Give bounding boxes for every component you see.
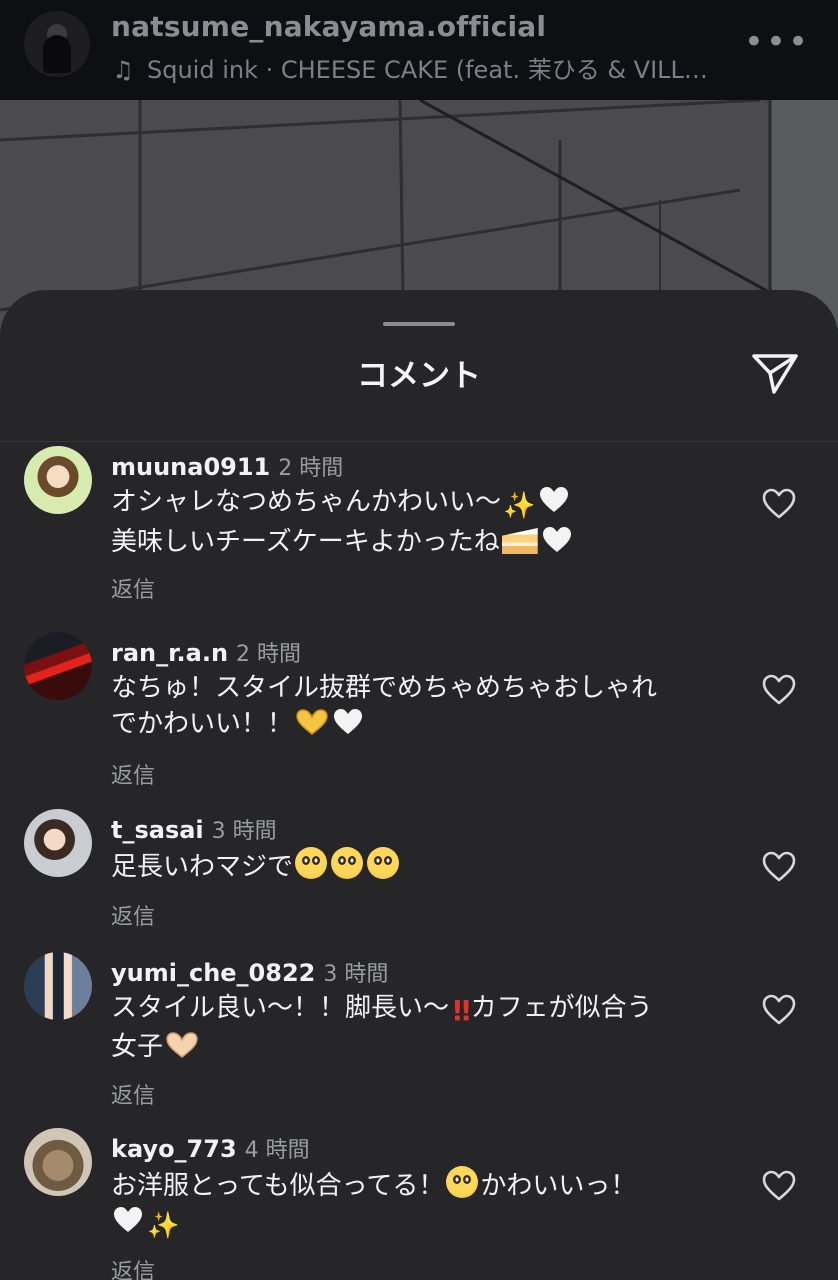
comment-text: なちゅ！スタイル抜群でめちゃめちゃおしゃれ でかわいい！！ xyxy=(111,670,721,742)
comment-line: 足長いわマジで xyxy=(111,852,294,882)
reply-button[interactable]: 返信 xyxy=(111,1078,155,1110)
commenter-avatar[interactable] xyxy=(24,446,92,514)
reply-button[interactable]: 返信 xyxy=(111,572,155,604)
commenter-avatar[interactable] xyxy=(24,952,92,1020)
commenter-username[interactable]: kayo_773 xyxy=(111,1135,237,1163)
comment-line: カフェが似合う xyxy=(470,993,653,1023)
white-heart-icon xyxy=(542,527,571,552)
reply-button[interactable]: 返信 xyxy=(111,899,155,931)
comment-text: スタイル良い〜！！脚長い〜!!カフェが似合う 女子 xyxy=(111,990,721,1065)
instagram-reel-comments-screen: natsume_nakayama.official ♫ Squid ink · C… xyxy=(0,0,838,1280)
audio-track[interactable]: ♫ Squid ink · CHEESE CAKE (feat. 茉ひる & VI… xyxy=(111,50,751,85)
comment-line: なちゅ！スタイル抜群でめちゃめちゃおしゃれ xyxy=(111,673,658,703)
commenter-username[interactable]: t_sasai xyxy=(111,816,204,844)
sparkles-icon: ✨ xyxy=(147,1211,180,1241)
comment-meta: ran_r.a.n 2 時間 xyxy=(111,636,301,668)
sheet-title: コメント xyxy=(357,358,481,394)
commenter-avatar[interactable] xyxy=(24,632,92,700)
comments-sheet: コメント muuna0911 2 時間 オシャレなつめちゃんかわいい〜✨ 美味しい… xyxy=(0,290,838,1280)
commenter-avatar[interactable] xyxy=(24,1128,92,1196)
comment-line: オシャレなつめちゃんかわいい〜 xyxy=(111,487,502,517)
comment-line: かわいいっ！ xyxy=(480,1171,637,1201)
double-exclamation-icon: !! xyxy=(451,994,472,1027)
comment-line: お洋服とっても似合ってる！ xyxy=(111,1171,445,1201)
like-heart-icon[interactable] xyxy=(762,1170,796,1202)
comment-meta: t_sasai 3 時間 xyxy=(111,813,277,845)
sheet-divider xyxy=(0,441,838,442)
like-heart-icon[interactable] xyxy=(762,851,796,883)
like-heart-icon[interactable] xyxy=(762,674,796,706)
comment-meta: muuna0911 2 時間 xyxy=(111,450,343,482)
comment-time: 2 時間 xyxy=(278,456,344,481)
like-heart-icon[interactable] xyxy=(762,994,796,1026)
audio-track-label: Squid ink · CHEESE CAKE (feat. 茉ひる & VIL… xyxy=(147,56,708,84)
post-author-avatar[interactable] xyxy=(24,11,90,77)
heart-hands-icon xyxy=(166,1032,198,1058)
comment-line: 女子 xyxy=(111,1032,164,1062)
send-icon[interactable] xyxy=(750,348,800,398)
commenter-username[interactable]: muuna0911 xyxy=(111,453,270,481)
white-heart-icon xyxy=(540,487,569,512)
sparkles-icon: ✨ xyxy=(503,491,536,521)
comment-meta: kayo_773 4 時間 xyxy=(111,1132,310,1164)
comment-text: お洋服とっても似合ってる！ かわいいっ！ ✨ xyxy=(111,1166,721,1244)
comment-line: でかわいい！！ xyxy=(111,709,294,739)
post-header: natsume_nakayama.official ♫ Squid ink · C… xyxy=(0,0,838,100)
white-heart-icon xyxy=(114,1207,142,1232)
heart-hands-icon xyxy=(296,709,328,735)
white-heart-icon xyxy=(334,709,363,734)
drag-handle[interactable] xyxy=(383,322,455,326)
more-options-button[interactable]: ••• xyxy=(744,22,810,62)
comment-line: スタイル良い〜！！脚長い〜 xyxy=(111,993,450,1023)
comment-time: 3 時間 xyxy=(323,962,389,987)
flushed-face-icon xyxy=(367,847,400,879)
pleading-face-icon xyxy=(446,1166,479,1198)
commenter-username[interactable]: yumi_che_0822 xyxy=(111,959,315,987)
comment-time: 3 時間 xyxy=(211,819,277,844)
flushed-face-icon xyxy=(295,847,328,879)
flushed-face-icon xyxy=(331,847,364,879)
reply-button[interactable]: 返信 xyxy=(111,758,155,790)
comment-text: オシャレなつめちゃんかわいい〜✨ 美味しいチーズケーキよかったね xyxy=(111,484,721,560)
commenter-avatar[interactable] xyxy=(24,809,92,877)
post-author-username[interactable]: natsume_nakayama.official xyxy=(111,10,546,43)
comment-meta: yumi_che_0822 3 時間 xyxy=(111,956,388,988)
comment-line: 美味しいチーズケーキよかったね xyxy=(111,527,500,557)
comment-time: 2 時間 xyxy=(236,642,302,667)
music-note-icon: ♫ xyxy=(112,56,134,84)
comment-text: 足長いわマジで xyxy=(111,847,721,885)
comment-time: 4 時間 xyxy=(244,1138,310,1163)
cake-icon xyxy=(501,528,538,554)
like-heart-icon[interactable] xyxy=(762,488,796,520)
reply-button[interactable]: 返信 xyxy=(111,1254,155,1280)
commenter-username[interactable]: ran_r.a.n xyxy=(111,639,228,667)
